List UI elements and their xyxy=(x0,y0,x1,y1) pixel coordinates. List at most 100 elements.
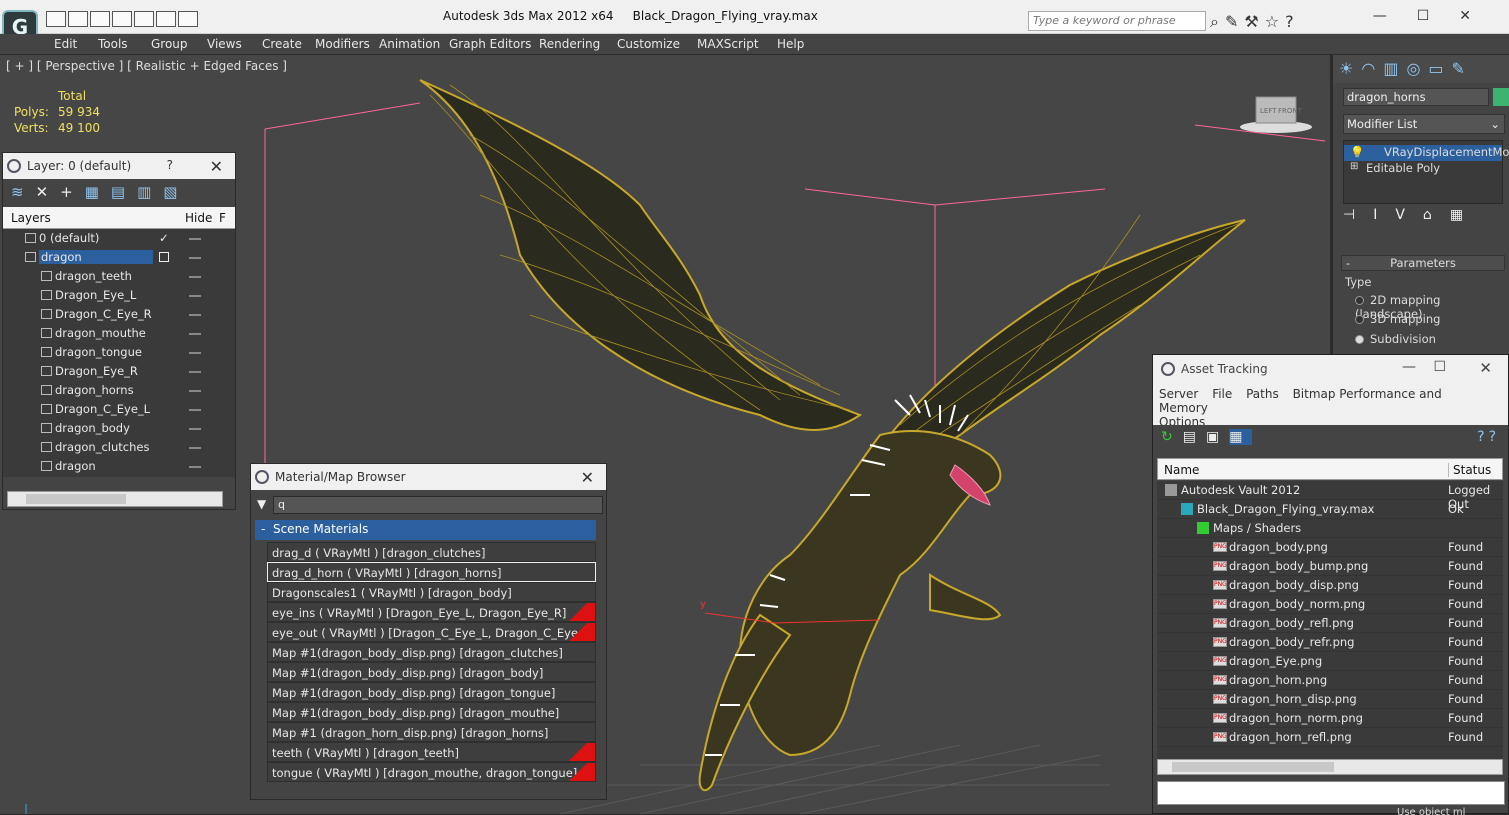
material-item[interactable]: eye_ins ( VRayMtl ) [Dragon_Eye_L, Drago… xyxy=(267,602,596,622)
col-hide[interactable]: Hide xyxy=(185,211,212,225)
asset-row[interactable]: PNG dragon_horn.png Found xyxy=(1157,671,1503,690)
modifier-stack-item[interactable]: ⊞ Editable Poly xyxy=(1344,161,1502,177)
layer-row[interactable]: dragon_horns xyxy=(3,381,235,400)
material-search-input[interactable]: q xyxy=(273,496,603,514)
close-icon[interactable]: ✕ xyxy=(210,157,223,176)
hide-toggle[interactable] xyxy=(189,371,201,373)
redo-icon[interactable] xyxy=(134,11,154,27)
create-tab-icon[interactable]: ☀ xyxy=(1339,59,1361,78)
highlight-layer-icon[interactable]: ▤ xyxy=(111,183,137,201)
delete-layer-icon[interactable]: ✕ xyxy=(36,183,61,201)
asset-row[interactable]: PNG dragon_body_norm.png Found xyxy=(1157,595,1503,614)
save-icon[interactable] xyxy=(90,11,110,27)
scroll-thumb[interactable] xyxy=(26,494,126,504)
layer-row[interactable]: Dragon_Eye_L xyxy=(3,286,235,305)
hide-toggle[interactable] xyxy=(189,447,201,449)
asset-row[interactable]: PNG dragon_horn_norm.png Found xyxy=(1157,709,1503,728)
layer-row[interactable]: 0 (default) ✓ xyxy=(3,229,235,248)
menu-customize[interactable]: Customize xyxy=(617,37,680,51)
object-color-swatch[interactable] xyxy=(1493,88,1509,106)
make-unique-icon[interactable]: Ⅴ xyxy=(1395,207,1423,223)
hide-toggle[interactable] xyxy=(189,276,201,278)
remove-modifier-icon[interactable]: ⌂ xyxy=(1423,207,1450,223)
binoculars-icon[interactable]: ⌕ xyxy=(1210,12,1225,31)
material-item[interactable]: Map #1(dragon_body_disp.png) [dragon_clu… xyxy=(267,642,596,662)
asset-horizontal-scrollbar[interactable] xyxy=(1157,759,1503,775)
layer-row[interactable]: dragon_body xyxy=(3,419,235,438)
menu-paths[interactable]: Paths xyxy=(1246,387,1279,401)
layer-row[interactable]: dragon_clutches xyxy=(3,438,235,457)
menu-maxscript[interactable]: MAXScript xyxy=(697,37,759,51)
hide-toggle[interactable] xyxy=(189,428,201,430)
tools-icon[interactable]: ✎ xyxy=(1225,12,1244,31)
favorites-star-icon[interactable]: ☆ xyxy=(1265,12,1285,31)
layer-row[interactable]: dragon_tongue xyxy=(3,343,235,362)
hide-all-icon[interactable]: ▥ xyxy=(137,183,163,201)
material-item[interactable]: Map #1(dragon_body_disp.png) [dragon_mou… xyxy=(267,702,596,722)
modifier-stack-item[interactable]: 💡 VRayDisplacementMod xyxy=(1344,145,1509,161)
menu-tools[interactable]: Tools xyxy=(98,37,128,51)
radio-3d-mapping[interactable]: 3D mapping xyxy=(1355,312,1440,326)
communication-icon[interactable]: ⚒ xyxy=(1244,12,1264,31)
freeze-all-icon[interactable]: ▧ xyxy=(163,183,189,201)
asset-row[interactable]: PNG dragon_body_refr.png Found xyxy=(1157,633,1503,652)
select-objects-icon[interactable]: ▦ xyxy=(85,183,111,201)
show-end-result-icon[interactable]: I xyxy=(1373,207,1395,223)
layer-row[interactable]: Dragon_Eye_R xyxy=(3,362,235,381)
asset-row[interactable]: PNG dragon_horn_refl.png Found xyxy=(1157,728,1503,747)
col-status[interactable]: Status xyxy=(1448,463,1491,477)
current-layer-check-icon[interactable]: ✓ xyxy=(159,231,169,245)
asset-row[interactable]: PNG dragon_horn_disp.png Found xyxy=(1157,690,1503,709)
minimize-icon[interactable]: — xyxy=(1373,8,1417,24)
undo-icon[interactable] xyxy=(112,11,132,27)
minimize-icon[interactable]: — xyxy=(1402,359,1416,375)
hide-toggle[interactable] xyxy=(189,466,201,468)
utilities-tab-icon[interactable]: ✎ xyxy=(1452,59,1473,78)
layer-row[interactable]: Dragon_C_Eye_L xyxy=(3,400,235,419)
hide-toggle[interactable] xyxy=(189,409,201,411)
menu-edit[interactable]: Edit xyxy=(54,37,77,51)
material-item[interactable]: teeth ( VRayMtl ) [dragon_teeth] xyxy=(267,742,596,762)
menu-views[interactable]: Views xyxy=(207,37,242,51)
asset-row[interactable]: PNG dragon_body_bump.png Found xyxy=(1157,557,1503,576)
scene-materials-header[interactable]: - Scene Materials xyxy=(255,520,596,540)
menu-file[interactable]: File xyxy=(1212,387,1232,401)
material-item[interactable]: Dragonscales1 ( VRayMtl ) [dragon_body] xyxy=(267,582,596,602)
object-name-field[interactable]: dragon_horns xyxy=(1343,88,1489,106)
hide-toggle[interactable] xyxy=(189,390,201,392)
scroll-thumb[interactable] xyxy=(1172,762,1334,772)
hide-toggle[interactable] xyxy=(189,333,201,335)
menu-help[interactable]: Help xyxy=(777,37,804,51)
viewport-label[interactable]: [ + ] [ Perspective ] [ Realistic + Edge… xyxy=(6,59,287,73)
material-item[interactable]: drag_d ( VRayMtl ) [dragon_clutches] xyxy=(267,542,596,562)
asset-row[interactable]: PNG dragon_body.png Found xyxy=(1157,538,1503,557)
col-name[interactable]: Name xyxy=(1164,463,1199,477)
project-folder-icon[interactable] xyxy=(178,11,198,27)
search-input[interactable]: Type a keyword or phrase xyxy=(1028,11,1206,31)
asset-row[interactable]: PNG dragon_body_disp.png Found xyxy=(1157,576,1503,595)
hide-toggle[interactable] xyxy=(189,257,201,259)
radio-button[interactable] xyxy=(1355,335,1364,344)
menu-graph-editors[interactable]: Graph Editors xyxy=(449,37,531,51)
lightbulb-icon[interactable]: 💡 xyxy=(1350,145,1364,159)
material-item[interactable]: eye_out ( VRayMtl ) [Dragon_C_Eye_L, Dra… xyxy=(267,622,596,642)
menu-server[interactable]: Server xyxy=(1159,387,1198,401)
menu-create[interactable]: Create xyxy=(262,37,302,51)
set-current-layer-icon[interactable] xyxy=(159,252,169,262)
hide-toggle[interactable] xyxy=(189,238,201,240)
material-item[interactable]: Map #1 (dragon_horn_disp.png) [dragon_ho… xyxy=(267,722,596,742)
material-item[interactable]: Map #1(dragon_body_disp.png) [dragon_ton… xyxy=(267,682,596,702)
help-settings-icon[interactable]: ? xyxy=(1489,429,1500,445)
modifier-list-dropdown[interactable]: Modifier List ⌄ xyxy=(1343,114,1505,134)
menu-bitmap-performance[interactable]: Bitmap Performance and Memory xyxy=(1159,387,1442,415)
hold-icon[interactable] xyxy=(156,11,176,27)
options-dropdown-icon[interactable]: ▼ xyxy=(257,497,266,511)
maximize-icon[interactable]: ☐ xyxy=(1433,359,1446,375)
asset-row[interactable]: Maps / Shaders xyxy=(1157,519,1503,538)
layer-help-button[interactable]: ? xyxy=(167,158,173,172)
thumbnail-view-icon[interactable]: ▣ xyxy=(1206,429,1229,445)
asset-row[interactable]: Black_Dragon_Flying_vray.max Ok xyxy=(1157,500,1503,519)
layer-horizontal-scrollbar[interactable] xyxy=(7,491,223,507)
asset-path-field[interactable] xyxy=(1157,781,1505,805)
asset-row[interactable]: PNG dragon_Eye.png Found xyxy=(1157,652,1503,671)
